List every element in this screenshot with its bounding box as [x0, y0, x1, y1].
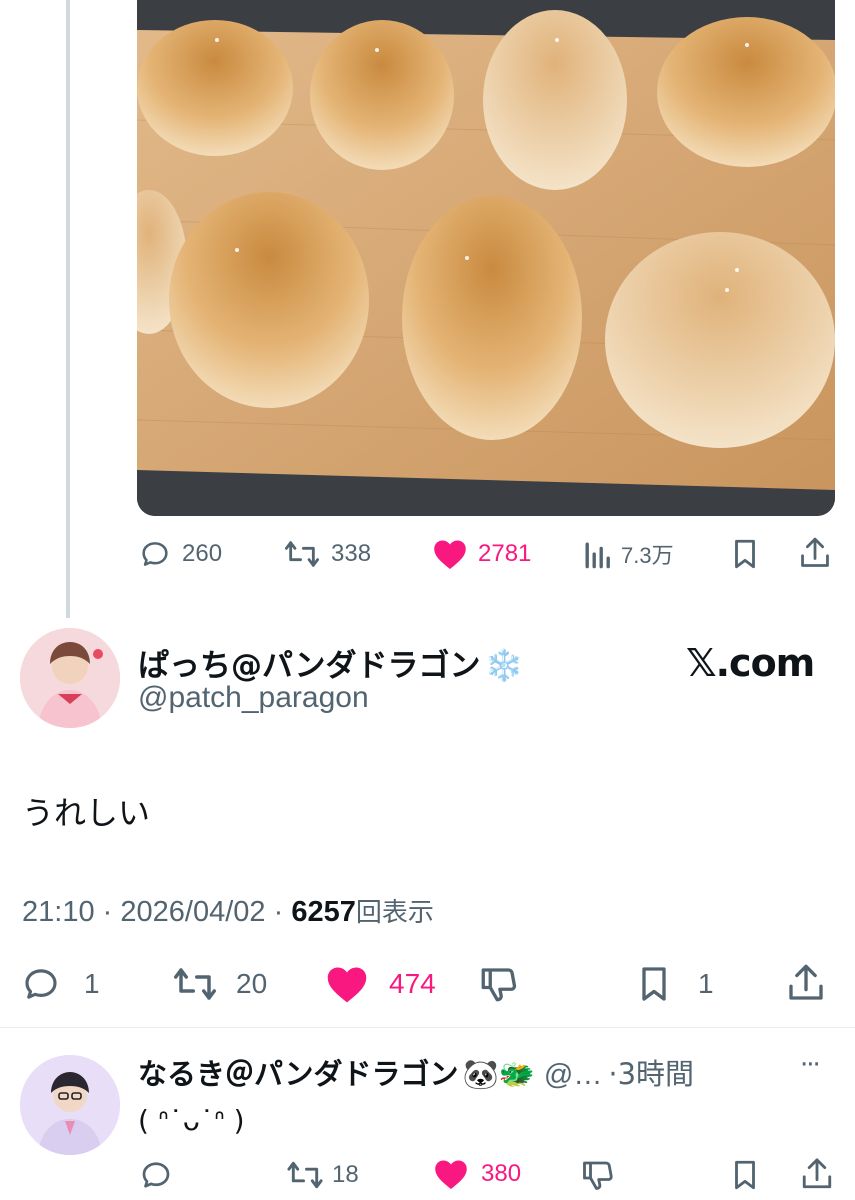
meta-sep: ·: [273, 896, 284, 928]
retweet-button[interactable]: 18: [286, 1157, 359, 1193]
reply-icon: [142, 542, 168, 566]
dislike-button[interactable]: [580, 1157, 616, 1193]
divider: [0, 1027, 855, 1028]
retweet-count: 338: [331, 540, 372, 567]
reply-text: ( ᐢ˙ᴗ˙ᐢ ): [138, 1104, 245, 1137]
retweet-count: 20: [236, 968, 268, 999]
heart-filled-icon: [435, 1160, 467, 1189]
dislike-button[interactable]: [478, 963, 520, 1005]
retweet-count: 18: [332, 1161, 359, 1188]
share-icon: [801, 537, 829, 567]
snowflake-emoji: ❄️: [484, 648, 524, 684]
retweet-button[interactable]: 338: [283, 537, 371, 571]
share-button[interactable]: [786, 961, 826, 1005]
view-count: 6257: [291, 896, 356, 928]
avatar-image: [20, 628, 120, 728]
thumbs-down-icon: [583, 1161, 613, 1190]
view-label: 回表示: [355, 898, 434, 928]
reply-icon: [142, 1162, 170, 1188]
meta-sep: ·: [608, 1057, 618, 1091]
tweet-text: うれしい: [22, 794, 151, 832]
heart-filled-icon: [434, 540, 466, 569]
x-logo[interactable]: 𝕏.com: [686, 641, 815, 685]
reply-button[interactable]: [138, 1157, 174, 1193]
reply-handle[interactable]: @…: [544, 1059, 602, 1091]
tweet-meta: 21:10 · 2026/04/02 · 6257回表示: [22, 892, 434, 929]
share-button[interactable]: [798, 535, 832, 571]
reply-time[interactable]: 3時間: [618, 1057, 694, 1091]
tweet-time[interactable]: 21:10: [22, 896, 95, 928]
like-button[interactable]: 2781: [432, 537, 531, 571]
tweet-date[interactable]: 2026/04/02: [120, 896, 265, 928]
bookmark-button[interactable]: [728, 1157, 762, 1193]
reply-button[interactable]: 1: [20, 963, 100, 1005]
like-count: 2781: [478, 540, 532, 567]
reply-icon: [25, 969, 57, 999]
reply-avatar-image: [20, 1055, 120, 1155]
reply-header: なるき＠パンダドラゴン 🐼🐲 @… ·3時間: [138, 1051, 838, 1093]
share-icon: [802, 1158, 832, 1189]
like-button[interactable]: 380: [433, 1157, 521, 1191]
reply-count: 260: [182, 540, 223, 567]
retweet-button[interactable]: 20: [172, 963, 267, 1005]
heart-filled-icon: [327, 967, 367, 1003]
bread-photo: [137, 0, 835, 516]
reply-button[interactable]: 260: [138, 537, 222, 571]
avatar[interactable]: [20, 628, 120, 728]
bookmark-icon: [735, 539, 755, 569]
retweet-icon: [174, 968, 216, 1000]
like-count: 474: [389, 968, 436, 999]
like-count: 380: [481, 1160, 522, 1187]
bookmark-count: 1: [698, 968, 714, 999]
meta-sep: ·: [102, 896, 113, 928]
bookmark-icon: [642, 967, 666, 1001]
bookmark-button[interactable]: [728, 537, 762, 571]
panda-dragon-emoji: 🐼🐲: [462, 1057, 535, 1091]
handle[interactable]: @patch_paragon: [138, 681, 369, 715]
reply-avatar[interactable]: [20, 1055, 120, 1155]
bookmark-icon: [735, 1160, 755, 1190]
thumbs-down-icon: [481, 968, 517, 1002]
views-chart-icon: [585, 542, 610, 569]
views-count: 7.3万: [621, 543, 674, 568]
display-name[interactable]: ぱっち@パンダドラゴン ❄️: [138, 640, 523, 685]
reply-display-name[interactable]: なるき＠パンダドラゴン: [138, 1057, 458, 1091]
thread-line: [66, 0, 70, 618]
reply-count: 1: [84, 968, 100, 999]
retweet-icon: [287, 1161, 323, 1189]
share-button[interactable]: [800, 1155, 834, 1193]
more-options-icon[interactable]: ···: [800, 1050, 821, 1080]
views-button[interactable]: 7.3万: [583, 537, 674, 571]
share-icon: [789, 964, 823, 1000]
retweet-icon: [284, 541, 319, 567]
bookmark-button[interactable]: 1: [634, 963, 714, 1005]
tweet-photo[interactable]: [137, 0, 835, 516]
like-button[interactable]: 474: [325, 963, 436, 1005]
